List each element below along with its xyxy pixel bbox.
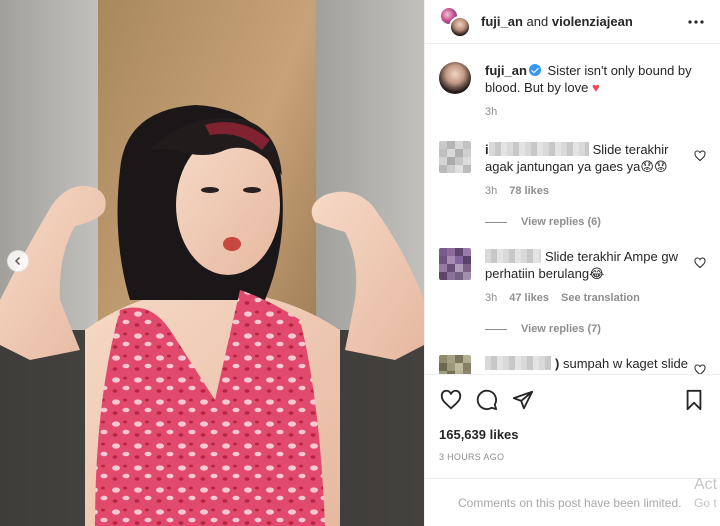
comment-time[interactable]: 3h: [485, 183, 497, 200]
blurred-username: [485, 356, 551, 370]
comment-like-button[interactable]: [694, 363, 706, 374]
post-image: [0, 0, 424, 526]
verified-badge-icon: [528, 64, 541, 76]
heart-outline-icon: [694, 364, 706, 374]
comment-likes[interactable]: 47 likes: [509, 290, 549, 307]
post-actions: 165,639 likes 3 hours ago: [425, 374, 720, 462]
post-photo[interactable]: [0, 0, 424, 526]
post-owners: fuji_an and violenziajean: [481, 14, 684, 29]
watermark-line2: Go t: [694, 496, 717, 510]
heart-outline-icon: [440, 389, 462, 410]
save-button[interactable]: [682, 388, 706, 412]
divider: [485, 221, 507, 223]
post-side-panel: fuji_an and violenziajean fuji_an Sister…: [424, 0, 720, 526]
caption-time[interactable]: 3h: [485, 104, 497, 121]
likes-count[interactable]: 165,639 likes: [439, 427, 706, 442]
collab-username-link[interactable]: violenziajean: [552, 14, 633, 29]
comment-time[interactable]: 3h: [485, 290, 497, 307]
bookmark-icon: [686, 389, 702, 411]
owners-and-text: and: [526, 14, 549, 29]
watermark-line1: Act: [694, 476, 718, 493]
avatar[interactable]: [439, 62, 471, 94]
view-replies-button[interactable]: View replies (6): [485, 216, 706, 228]
blurred-username: [485, 249, 541, 263]
comment-likes[interactable]: 78 likes: [509, 183, 549, 200]
like-button[interactable]: [439, 388, 463, 412]
post-header: fuji_an and violenziajean: [425, 0, 720, 44]
comment-like-button[interactable]: [694, 149, 706, 167]
post-timestamp[interactable]: 3 hours ago: [439, 452, 706, 462]
comment-button[interactable]: [475, 388, 499, 412]
share-button[interactable]: [511, 388, 535, 412]
list-item: ) sumpah w kaget slide terakhir, w pikir…: [439, 355, 706, 374]
owner-username-link[interactable]: fuji_an: [481, 14, 523, 29]
divider: [485, 328, 507, 330]
avatar[interactable]: [439, 248, 471, 280]
list-item: Slide terakhir Ampe gw perhatiin berulan…: [439, 248, 706, 307]
view-replies-label: View replies (6): [521, 216, 601, 228]
view-replies-label: View replies (7): [521, 323, 601, 335]
carousel-prev-button[interactable]: [7, 250, 29, 272]
speech-bubble-icon: [476, 389, 498, 411]
heart-outline-icon: [694, 257, 706, 269]
list-item: i Slide terakhir agak jantungan ya gaes y…: [439, 141, 706, 200]
caption: fuji_an Sister isn't only bound by blood…: [439, 45, 706, 121]
comment-like-button[interactable]: [694, 256, 706, 274]
see-translation-button[interactable]: See translation: [561, 290, 640, 307]
more-options-button[interactable]: [684, 10, 708, 34]
blurred-username: [488, 142, 589, 156]
activation-watermark: Act Go t: [694, 476, 720, 512]
comment-username[interactable]: ): [555, 356, 559, 371]
view-replies-button[interactable]: View replies (7): [485, 323, 706, 335]
avatar[interactable]: [439, 141, 471, 173]
chevron-left-icon: [15, 257, 20, 265]
comments-list[interactable]: fuji_an Sister isn't only bound by blood…: [425, 45, 720, 374]
heart-outline-icon: [694, 150, 706, 162]
comments-limited-text: Comments on this post have been limited.: [458, 495, 682, 510]
comments-limited-notice: Comments on this post have been limited.: [425, 478, 720, 526]
red-heart-emoji: ♥: [591, 80, 600, 95]
avatar: [449, 15, 471, 38]
avatar[interactable]: [439, 355, 471, 374]
caption-username[interactable]: fuji_an: [485, 63, 527, 78]
collab-avatars[interactable]: [439, 5, 471, 38]
paper-plane-icon: [512, 390, 534, 410]
more-horizontal-icon: [688, 19, 704, 24]
